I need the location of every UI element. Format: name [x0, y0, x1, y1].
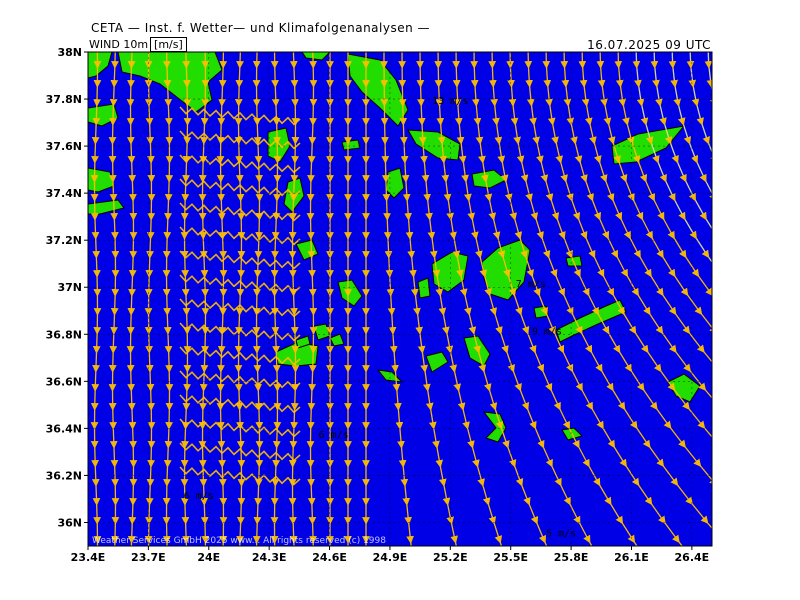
- y-tick-label: 37.8N: [46, 93, 82, 106]
- y-tick-label: 36.2N: [46, 469, 82, 482]
- x-tick-label: 26.1E: [614, 551, 649, 564]
- streamline: [77, 46, 80, 578]
- streamline: [744, 46, 800, 578]
- x-tick-label: 26.4E: [675, 551, 710, 564]
- wind-speed-label: 6 m/s: [319, 430, 349, 441]
- y-tick-label: 38N: [57, 46, 82, 59]
- y-tick-label: 36N: [57, 516, 82, 529]
- y-tick-label: 37.6N: [46, 140, 82, 153]
- x-tick-label: 24E: [197, 551, 220, 564]
- x-tick-label: 23.4E: [71, 551, 106, 564]
- y-tick-label: 36.4N: [46, 422, 82, 435]
- credit-text: Weather Services GmbH 2025 www... All ri…: [92, 536, 386, 546]
- y-tick-label: 37.4N: [46, 187, 82, 200]
- island-gyaros: [341, 139, 361, 151]
- y-tick-label: 36.6N: [46, 375, 82, 388]
- y-tick-label: 37N: [57, 281, 82, 294]
- y-tick-label: 36.8N: [46, 328, 82, 341]
- x-tick-label: 23.7E: [131, 551, 166, 564]
- x-tick-label: 24.6E: [312, 551, 347, 564]
- x-tick-label: 25.8E: [554, 551, 589, 564]
- y-tick-label: 37.2N: [46, 234, 82, 247]
- wind-speed-label: 13 m/s: [432, 96, 468, 107]
- island-antiparos: [417, 277, 431, 299]
- wind-speed-label: 5 m/s: [546, 529, 576, 540]
- wind-speed-label: 7 m/s: [516, 279, 546, 290]
- streamline: [704, 52, 712, 546]
- streamline: [726, 46, 800, 578]
- x-tick-label: 25.5E: [493, 551, 528, 564]
- sea-background: [88, 52, 712, 546]
- wind-speed-label: 9 m/s: [532, 326, 562, 337]
- x-tick-label: 24.3E: [252, 551, 287, 564]
- x-tick-label: 24.9E: [373, 551, 408, 564]
- wind-speed-label: 6 m/s: [184, 491, 214, 502]
- x-tick-label: 25.2E: [433, 551, 468, 564]
- wind-map: 13 m/s 7 m/s 9 m/s 6 m/s 6 m/s 5 m/s 23.4E 23.…: [46, 46, 800, 578]
- island-donousa: [565, 255, 583, 267]
